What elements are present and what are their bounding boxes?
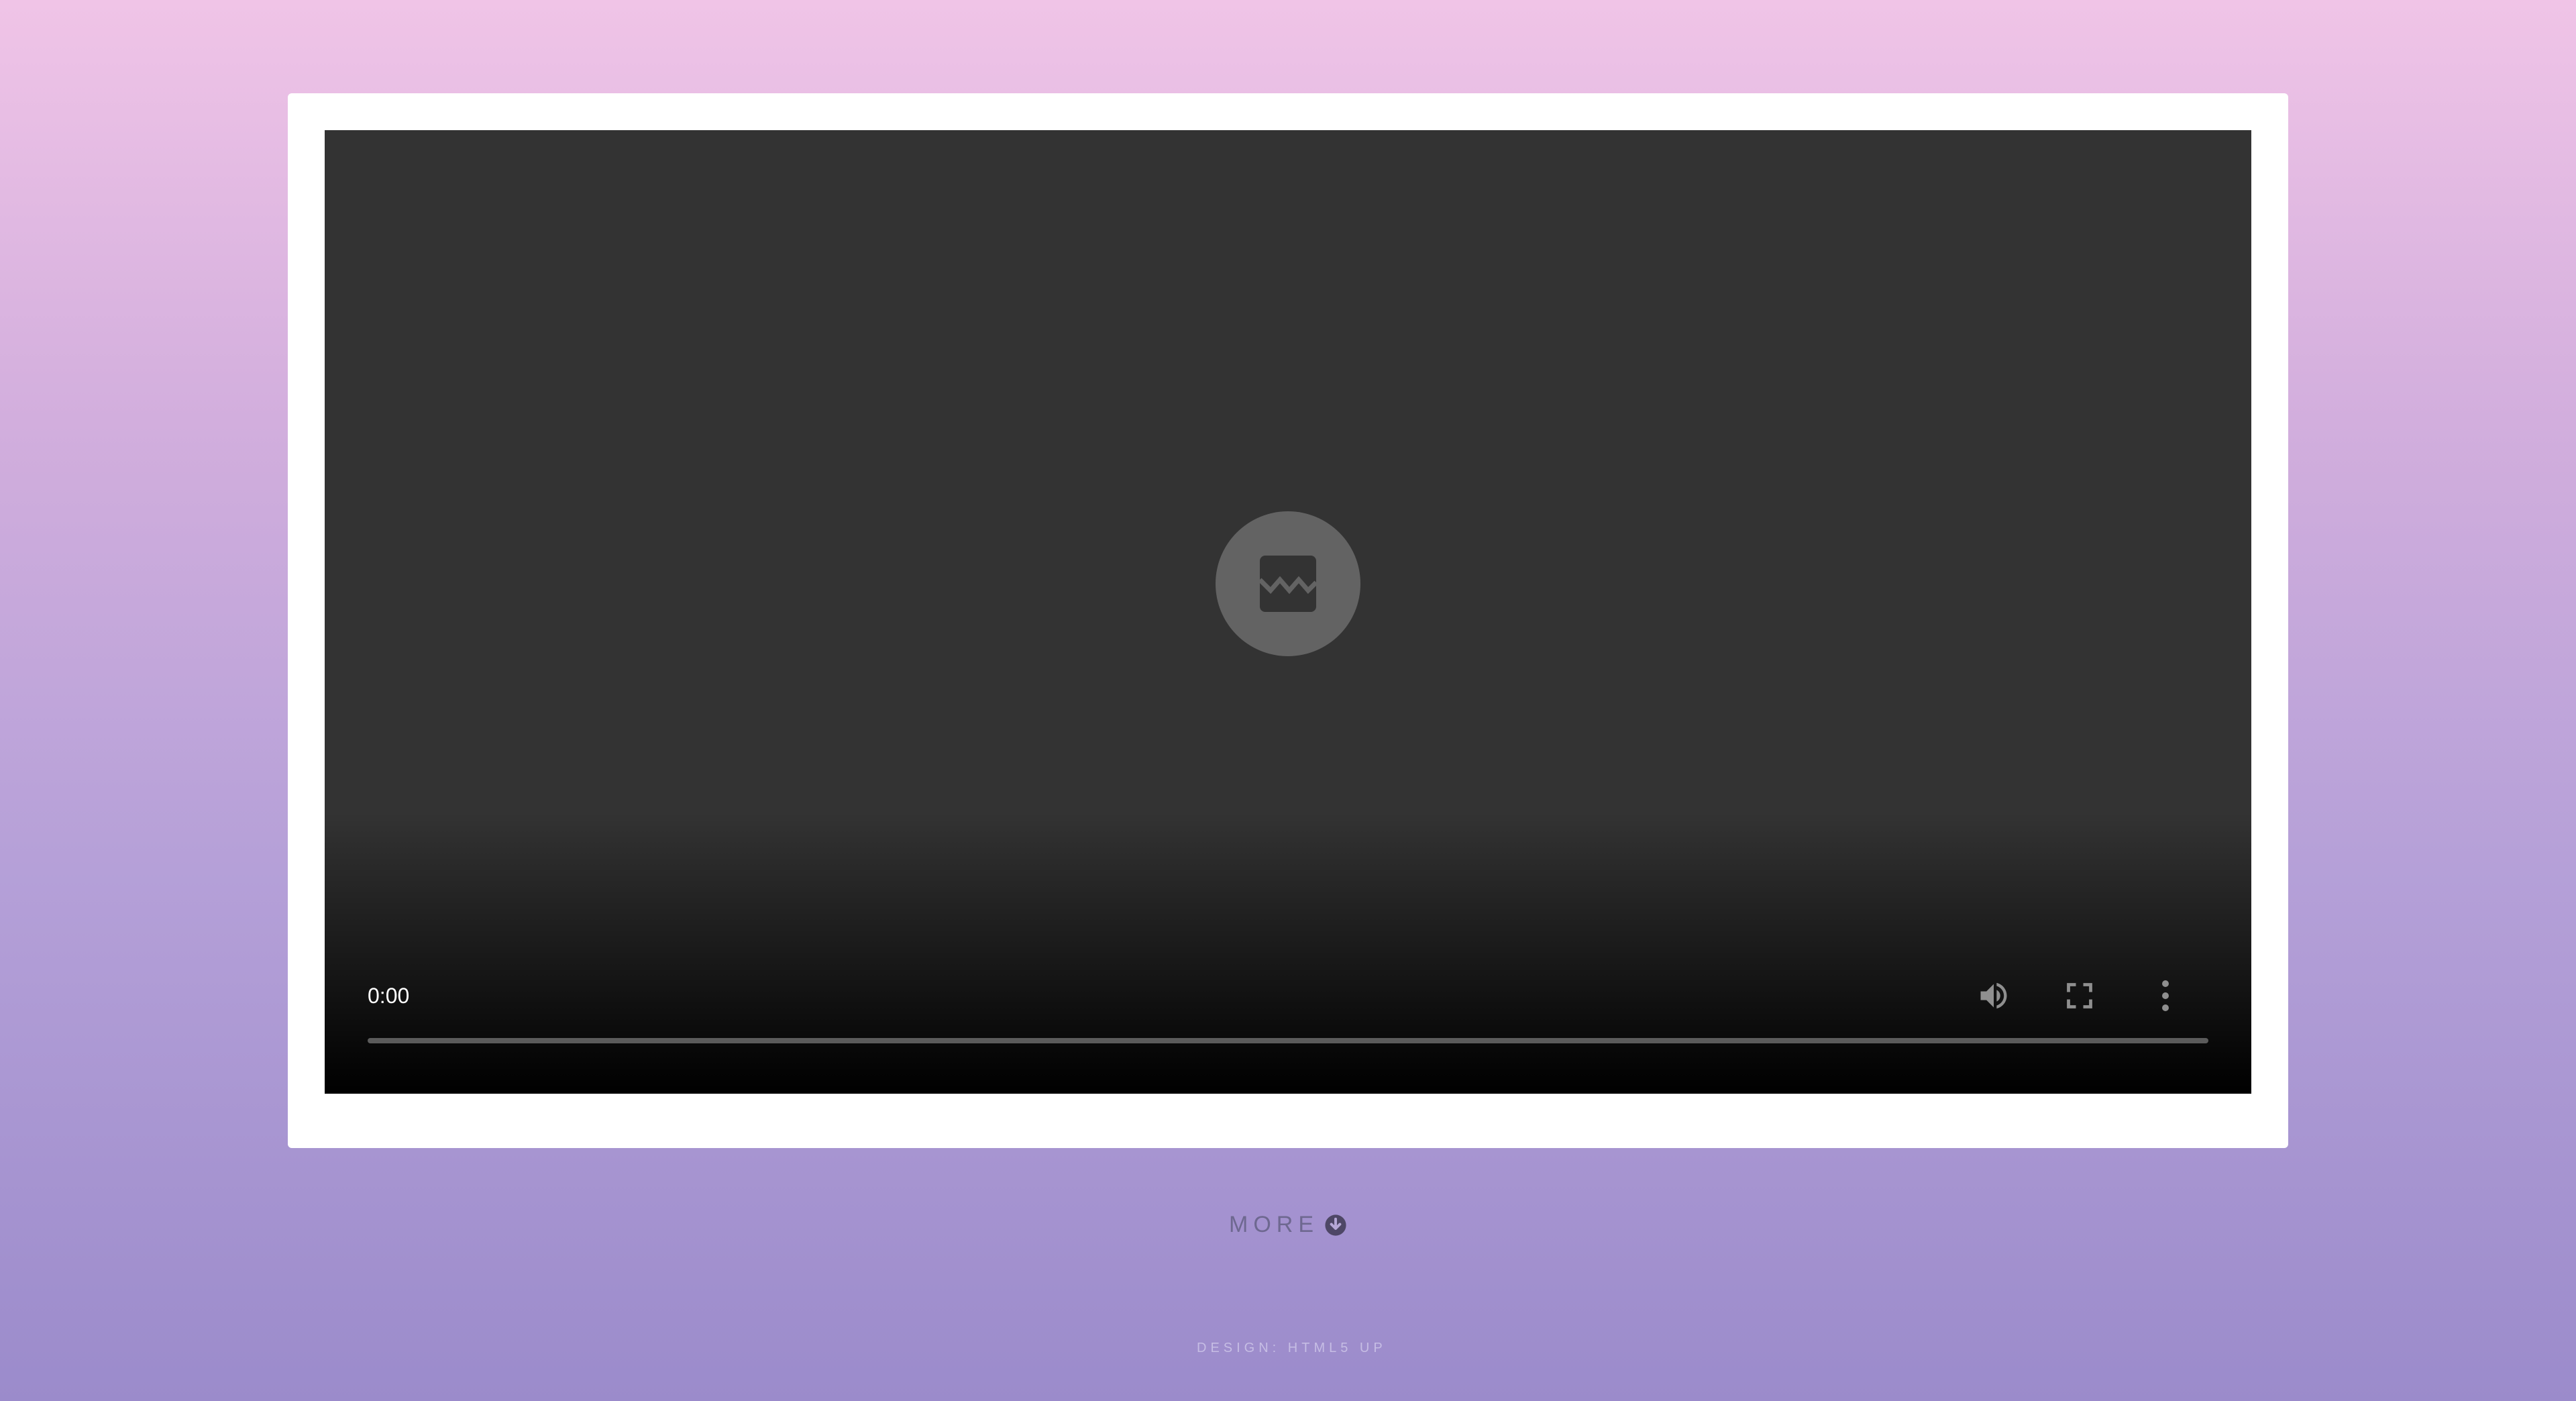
current-time: 0:00 [368,984,410,1008]
progress-bar[interactable] [368,1038,2208,1043]
fullscreen-icon [2067,983,2092,1008]
footer-credit: DESIGN: HTML5 UP [1197,1341,1387,1355]
controls-gradient [325,812,2251,1094]
arrow-circle-down-icon [1324,1214,1347,1237]
more-link[interactable]: MORE [1229,1212,1347,1238]
volume-button[interactable] [1972,974,2015,1017]
more-vertical-icon [2162,980,2169,1011]
more-options-button[interactable] [2144,974,2187,1017]
broken-image-icon [1216,511,1360,656]
video-player[interactable]: 0:00 [325,130,2251,1094]
more-label: MORE [1229,1212,1319,1237]
fullscreen-button[interactable] [2058,974,2101,1017]
volume-icon [1980,982,2007,1009]
